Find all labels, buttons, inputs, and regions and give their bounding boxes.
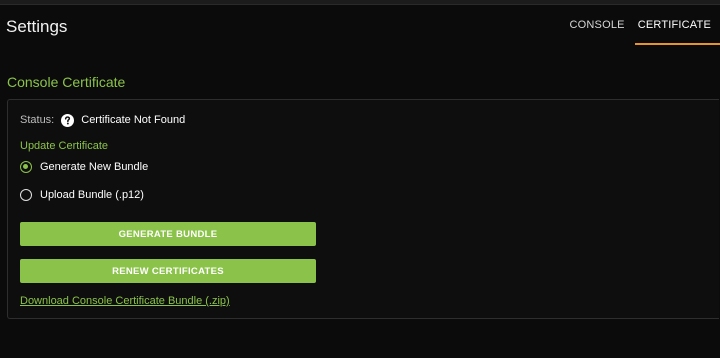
- certificate-card: Status: Certificate Not Found Update Cer…: [7, 99, 719, 319]
- tab-console[interactable]: CONSOLE: [563, 5, 630, 45]
- radio-button-checked[interactable]: [20, 161, 32, 173]
- update-certificate-label: Update Certificate: [20, 140, 109, 152]
- page-title: Settings: [6, 17, 68, 36]
- radio-button[interactable]: [20, 189, 32, 201]
- tab-certificate[interactable]: CERTIFICATE: [634, 5, 720, 45]
- radio-upload-bundle[interactable]: Upload Bundle (.p12): [20, 187, 144, 203]
- settings-tabs: CONSOLE CERTIFICATE: [563, 5, 720, 45]
- radio-label: Generate New Bundle: [40, 161, 149, 173]
- status-label: Status:: [20, 114, 55, 126]
- section-title: Console Certificate: [7, 74, 126, 90]
- page-header: Settings CONSOLE CERTIFICATE: [0, 5, 720, 45]
- radio-generate-new-bundle[interactable]: Generate New Bundle: [20, 159, 148, 175]
- generate-bundle-button[interactable]: GENERATE BUNDLE: [20, 222, 316, 246]
- radio-label: Upload Bundle (.p12): [40, 189, 144, 201]
- status-value: Certificate Not Found: [81, 114, 186, 126]
- download-bundle-link[interactable]: Download Console Certificate Bundle (.zi…: [20, 295, 230, 307]
- renew-certificates-button[interactable]: RENEW CERTIFICATES: [20, 259, 316, 283]
- question-circle-icon: [61, 113, 75, 127]
- status-row: Status: Certificate Not Found: [20, 112, 185, 128]
